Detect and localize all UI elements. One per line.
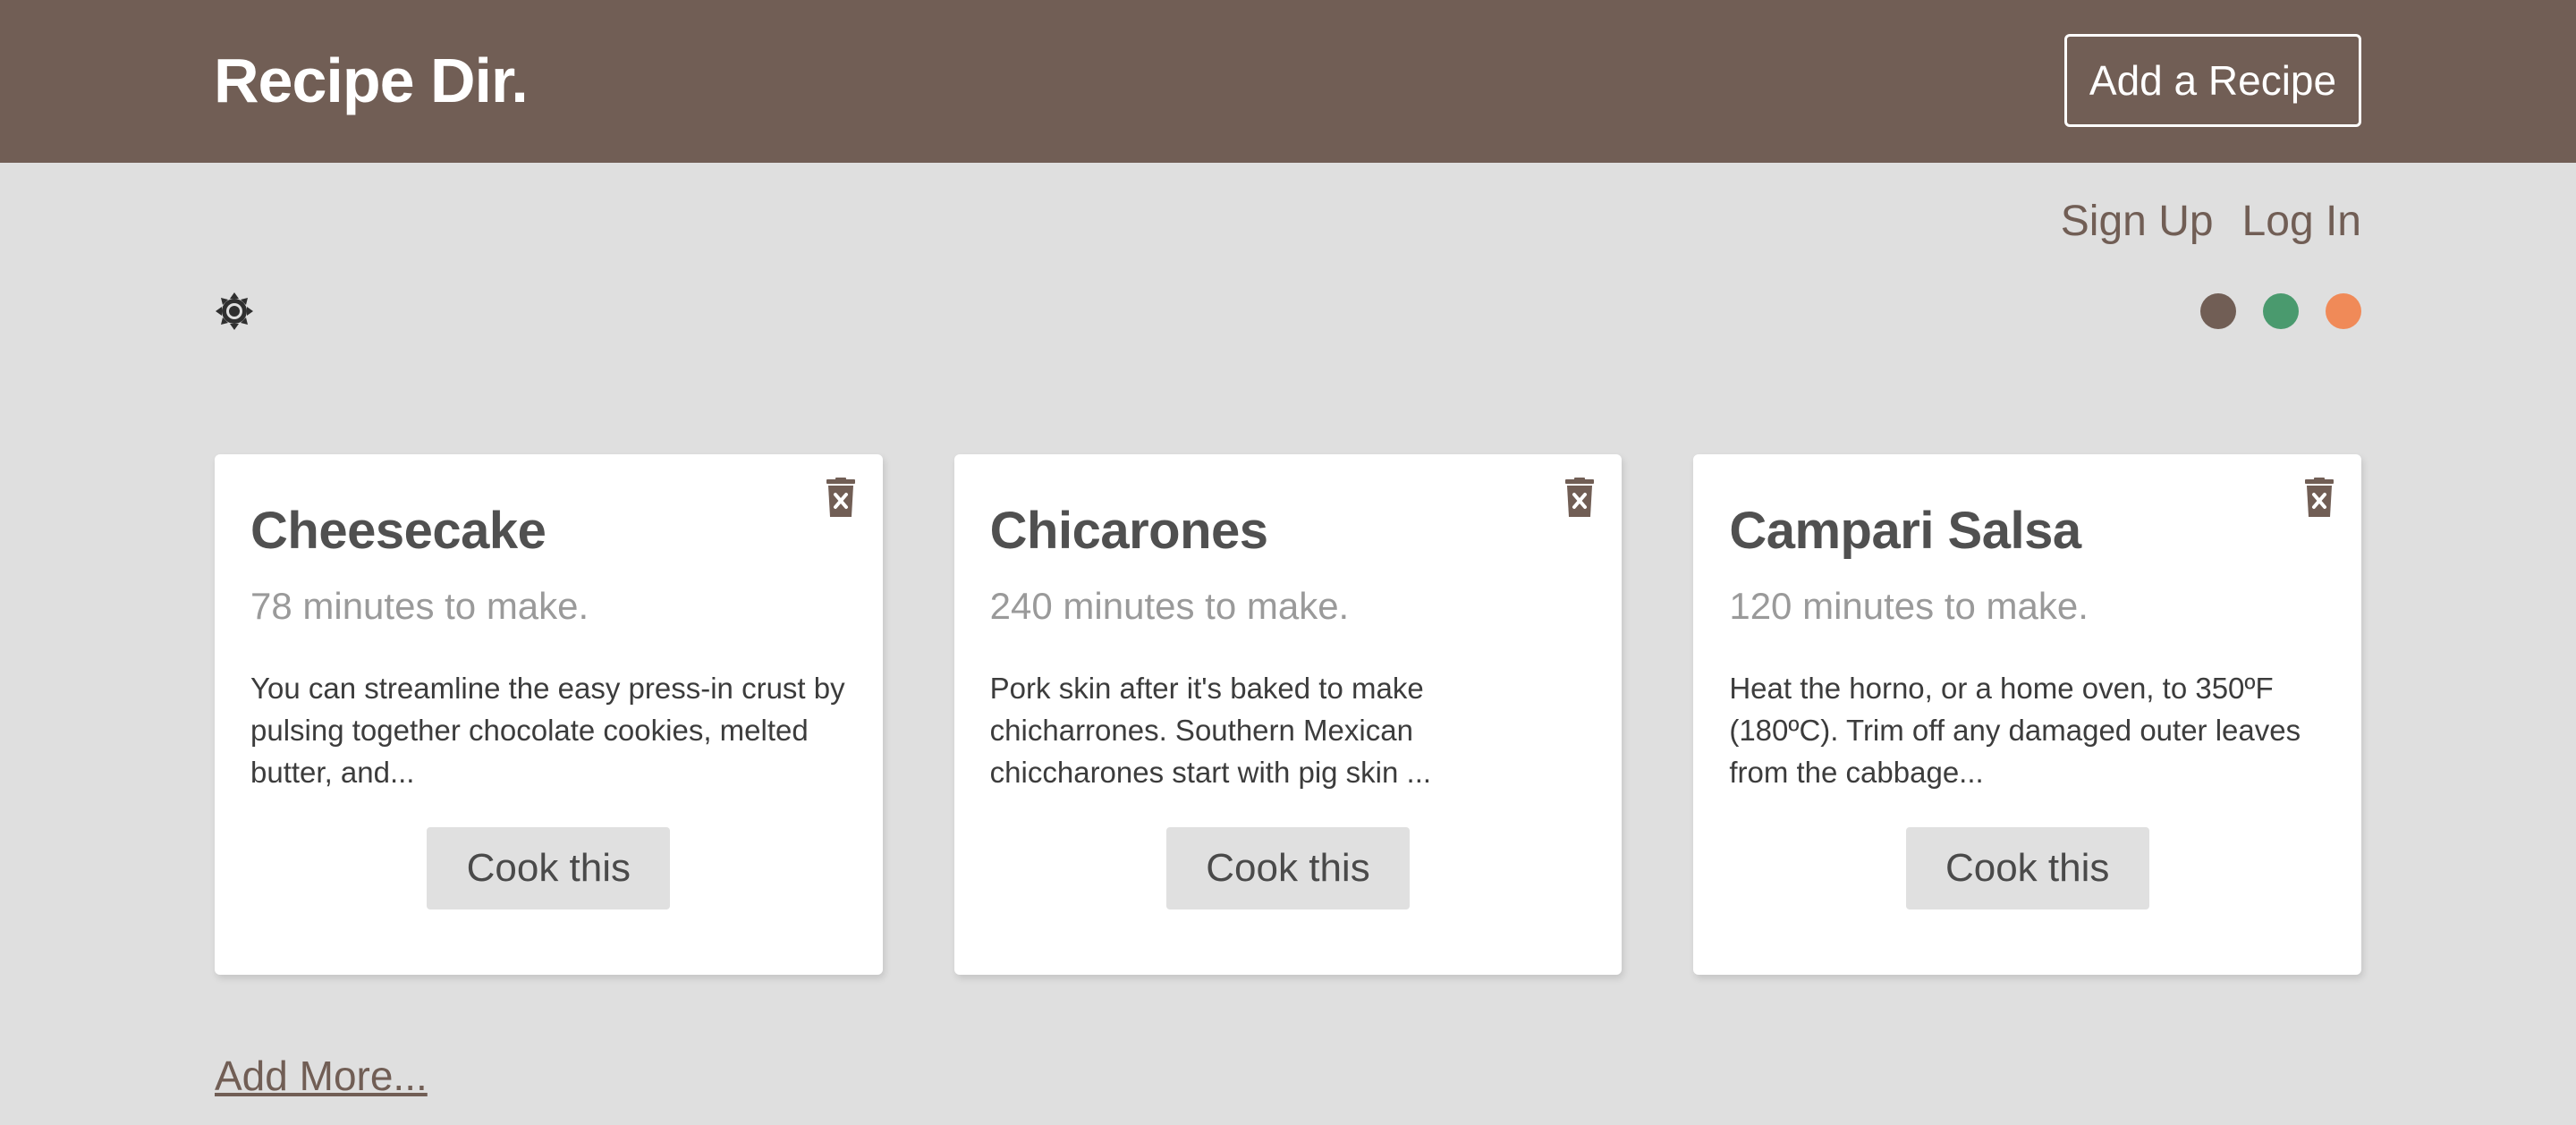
recipe-time: 78 minutes to make.: [250, 585, 589, 627]
add-more-link[interactable]: Add More...: [215, 1048, 428, 1104]
theme-toggle-button[interactable]: [215, 292, 254, 331]
trash-icon[interactable]: [826, 478, 856, 517]
add-recipe-button[interactable]: Add a Recipe: [2064, 34, 2361, 127]
recipe-description: Pork skin after it's baked to make chich…: [989, 672, 1432, 789]
recipe-card: Cheesecake 78 minutes to make. You can s…: [215, 454, 883, 975]
recipe-time: 240 minutes to make.: [989, 585, 1350, 627]
recipe-card: Campari Salsa 120 minutes to make. Heat …: [1693, 454, 2362, 975]
sun-gear-icon: [216, 292, 253, 330]
brand-logo-text[interactable]: Recipe Dir.: [214, 45, 529, 116]
recipe-title: Chicarones: [989, 502, 1268, 560]
log-in-link[interactable]: Log In: [2242, 193, 2361, 250]
recipe-description: Heat the horno, or a home oven, to 350ºF…: [1729, 672, 2301, 789]
color-theme-swatches: [2200, 293, 2361, 329]
recipe-card-list: Cheesecake 78 minutes to make. You can s…: [215, 454, 2362, 975]
recipe-title: Campari Salsa: [1729, 502, 2081, 560]
cook-this-button[interactable]: Cook this: [1166, 827, 1410, 909]
sign-up-link[interactable]: Sign Up: [2061, 193, 2214, 250]
swatch-orange[interactable]: [2326, 293, 2361, 329]
swatch-brown[interactable]: [2200, 293, 2236, 329]
header: Recipe Dir. Add a Recipe: [0, 0, 2576, 163]
recipe-description: You can streamline the easy press-in cru…: [250, 672, 845, 789]
trash-icon[interactable]: [2304, 478, 2334, 517]
cook-this-button[interactable]: Cook this: [427, 827, 671, 909]
trash-icon[interactable]: [1564, 478, 1595, 517]
swatch-green[interactable]: [2263, 293, 2299, 329]
recipe-card: Chicarones 240 minutes to make. Pork ski…: [953, 454, 1623, 975]
recipe-time: 120 minutes to make.: [1729, 585, 2089, 627]
cook-this-button[interactable]: Cook this: [1905, 827, 2149, 909]
recipe-title: Cheesecake: [250, 502, 547, 560]
auth-nav: Sign Up Log In: [2061, 193, 2361, 250]
